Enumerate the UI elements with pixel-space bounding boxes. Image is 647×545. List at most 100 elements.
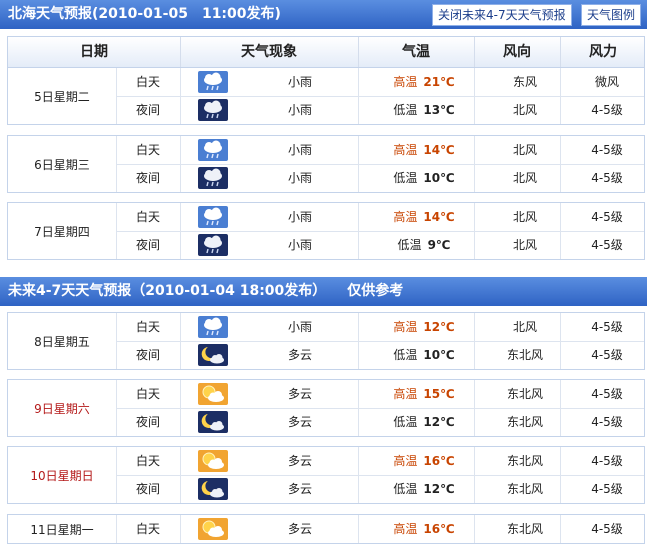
weather-text: 小雨 [287, 103, 312, 117]
forecast-row: 夜间 多云 低温 10℃ 东北风 4-5级 [116, 341, 644, 369]
day-label: 9日星期六 [34, 401, 90, 416]
temp-value: 12℃ [423, 320, 455, 334]
header-wind-dir: 风向 [503, 44, 531, 60]
section-2-title: 未来4-7天天气预报（2010-01-04 18:00发布） 仅供参考 [8, 283, 404, 299]
period-label: 白天 [135, 320, 160, 334]
temp-value: 13℃ [423, 103, 455, 117]
wind-force: 4-5级 [591, 454, 623, 468]
forecast-row: 夜间 小雨 低温 13℃ 北风 4-5级 [116, 96, 644, 124]
day-group: 6日星期三 白天 小雨 高温 14℃ 北风 4-5级 夜间 小雨 低温 10℃ 北风 4-5级 [7, 135, 645, 193]
wind-force: 4-5级 [591, 320, 623, 334]
weather-text: 多云 [287, 482, 312, 496]
cloudy-day-icon [198, 383, 228, 405]
temperature-cell: 低温 13℃ [366, 96, 482, 124]
temp-label: 高温 [393, 210, 418, 224]
day-group: 8日星期五 白天 小雨 高温 12℃ 北风 4-5级 夜间 多云 低温 10℃ 东北风 4-5级 [7, 312, 645, 370]
wind-direction: 北风 [512, 238, 537, 252]
wind-direction: 北风 [512, 320, 537, 334]
weather-legend-button[interactable]: 天气图例 [581, 4, 642, 26]
day-label: 7日星期四 [34, 224, 90, 239]
cloudy-night-icon [198, 411, 228, 433]
forecast-title-bar: 北海天气预报(2010-01-05 11:00发布) 关闭未来4-7天天气预报 … [0, 0, 647, 29]
weather-text: 多云 [287, 454, 312, 468]
wind-force: 4-5级 [591, 482, 623, 496]
temperature-cell: 高温 12℃ [366, 313, 482, 341]
temperature-cell: 低温 10℃ [366, 341, 482, 369]
period-label: 白天 [135, 522, 160, 536]
wind-force: 4-5级 [591, 210, 623, 224]
temp-label: 高温 [393, 387, 418, 401]
wind-direction: 东北风 [506, 522, 543, 536]
forecast-title: 北海天气预报(2010-01-05 11:00发布) [8, 6, 281, 22]
temp-value: 15℃ [423, 387, 455, 401]
temperature-cell: 高温 16℃ [366, 515, 482, 543]
rain-night-icon [198, 167, 228, 189]
forecast-row: 白天 小雨 高温 12℃ 北风 4-5级 [116, 313, 644, 341]
forecast-row: 夜间 小雨 低温 10℃ 北风 4-5级 [116, 164, 644, 192]
day-group: 7日星期四 白天 小雨 高温 14℃ 北风 4-5级 夜间 小雨 低温 9℃ 北风 4-5级 [7, 202, 645, 260]
section-2-title-bar: 未来4-7天天气预报（2010-01-04 18:00发布） 仅供参考 [0, 277, 647, 306]
wind-force: 4-5级 [591, 171, 623, 185]
temperature-cell: 低温 10℃ [366, 164, 482, 192]
temp-value: 16℃ [423, 522, 455, 536]
day-group: 9日星期六 白天 多云 高温 15℃ 东北风 4-5级 夜间 多云 低温 12℃ 东北风 4-5级 [7, 379, 645, 437]
forecast-row: 白天 小雨 高温 14℃ 北风 4-5级 [116, 203, 644, 231]
day-group: 5日星期二 白天 小雨 高温 21℃ 东风 微风 夜间 小雨 低温 13℃ 北风 4-5级 [7, 67, 645, 125]
temp-label: 低温 [393, 482, 418, 496]
weather-text: 小雨 [287, 320, 312, 334]
header-date: 日期 [80, 44, 108, 60]
temp-label: 高温 [393, 75, 418, 89]
day-label: 11日星期一 [30, 522, 94, 537]
cloudy-day-icon [198, 450, 228, 472]
weather-text: 多云 [287, 522, 312, 536]
cloudy-night-icon [198, 478, 228, 500]
wind-force: 4-5级 [591, 348, 623, 362]
temp-value: 14℃ [423, 210, 455, 224]
period-label: 夜间 [135, 348, 160, 362]
temperature-cell: 高温 14℃ [366, 136, 482, 164]
forecast-row: 夜间 小雨 低温 9℃ 北风 4-5级 [116, 231, 644, 259]
temp-value: 14℃ [423, 143, 455, 157]
forecast-row: 白天 小雨 高温 14℃ 北风 4-5级 [116, 136, 644, 164]
temperature-cell: 低温 12℃ [366, 408, 482, 436]
temp-label: 低温 [393, 171, 418, 185]
temperature-cell: 低温 12℃ [366, 475, 482, 503]
day-label: 8日星期五 [34, 334, 90, 349]
day-label: 5日星期二 [34, 89, 90, 104]
period-label: 夜间 [135, 103, 160, 117]
cloudy-night-icon [198, 344, 228, 366]
forecast-row: 白天 多云 高温 15℃ 东北风 4-5级 [116, 380, 644, 408]
weather-text: 小雨 [287, 171, 312, 185]
temp-label: 高温 [393, 522, 418, 536]
header-weather: 天气现象 [241, 44, 297, 60]
period-label: 白天 [135, 75, 160, 89]
wind-force: 4-5级 [591, 238, 623, 252]
wind-direction: 北风 [512, 143, 537, 157]
rain-day-icon [198, 71, 228, 93]
period-label: 夜间 [135, 482, 160, 496]
period-label: 夜间 [135, 415, 160, 429]
weather-text: 小雨 [287, 75, 312, 89]
wind-direction: 东北风 [506, 387, 543, 401]
temp-label: 高温 [393, 143, 418, 157]
temperature-cell: 高温 14℃ [366, 203, 482, 231]
weather-text: 小雨 [287, 143, 312, 157]
forecast-row: 白天 小雨 高温 21℃ 东风 微风 [116, 68, 644, 96]
rain-day-icon [198, 139, 228, 161]
temp-value: 12℃ [423, 415, 455, 429]
period-label: 夜间 [135, 238, 160, 252]
wind-force: 微风 [594, 75, 619, 89]
rain-day-icon [198, 316, 228, 338]
day-group: 10日星期日 白天 多云 高温 16℃ 东北风 4-5级 夜间 多云 低温 12℃ 东北风 4-5级 [7, 446, 645, 504]
forecast-row: 夜间 多云 低温 12℃ 东北风 4-5级 [116, 475, 644, 503]
wind-direction: 北风 [512, 103, 537, 117]
temperature-cell: 高温 15℃ [366, 380, 482, 408]
close-4-7-day-forecast-button[interactable]: 关闭未来4-7天天气预报 [432, 4, 572, 26]
header-temp: 气温 [402, 44, 430, 60]
period-label: 白天 [135, 387, 160, 401]
temp-value: 10℃ [423, 171, 455, 185]
forecast-row: 白天 多云 高温 16℃ 东北风 4-5级 [116, 447, 644, 475]
wind-direction: 东北风 [506, 454, 543, 468]
cloudy-day-icon [198, 518, 228, 540]
rain-night-icon [198, 234, 228, 256]
